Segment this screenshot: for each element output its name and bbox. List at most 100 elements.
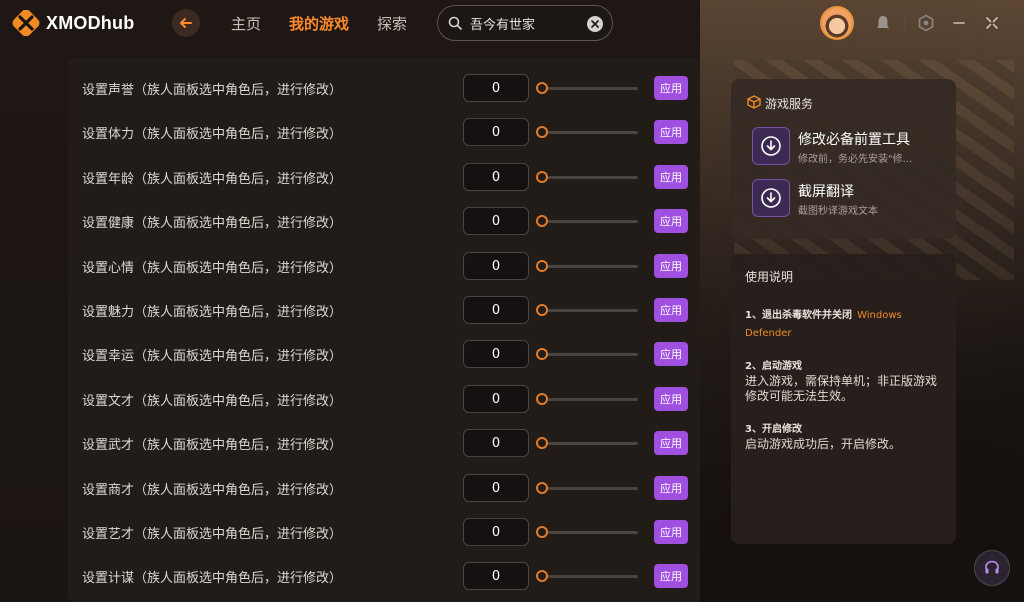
setting-row: 设置魅力（族人面板选中角色后，进行修改） 应用 <box>68 288 700 332</box>
setting-value-input[interactable] <box>463 296 529 324</box>
help-step-3-body: 启动游戏成功后，开启修改。 <box>745 437 902 451</box>
setting-slider[interactable] <box>536 393 638 405</box>
setting-value-input[interactable] <box>463 562 529 590</box>
slider-knob[interactable] <box>536 437 548 449</box>
slider-knob[interactable] <box>536 171 548 183</box>
nav-home[interactable]: 主页 <box>231 13 261 34</box>
setting-slider[interactable] <box>536 215 638 227</box>
setting-label: 设置艺才（族人面板选中角色后，进行修改） <box>82 526 343 542</box>
notification-icon[interactable] <box>874 14 892 32</box>
setting-value-input[interactable] <box>463 474 529 502</box>
help-step-1-head: 1、退出杀毒软件并关闭 <box>745 310 852 321</box>
top-bar: XMODhub 主页 我的游戏 探索 <box>0 0 1024 46</box>
slider-knob[interactable] <box>536 126 548 138</box>
apply-button[interactable]: 应用 <box>654 342 688 366</box>
setting-row: 设置幸运（族人面板选中角色后，进行修改） 应用 <box>68 332 700 376</box>
apply-button[interactable]: 应用 <box>654 254 688 278</box>
main-nav: 主页 我的游戏 探索 <box>231 13 407 34</box>
apply-button[interactable]: 应用 <box>654 520 688 544</box>
setting-label: 设置体力（族人面板选中角色后，进行修改） <box>82 126 343 142</box>
setting-slider[interactable] <box>536 526 638 538</box>
apply-button[interactable]: 应用 <box>654 476 688 500</box>
slider-knob[interactable] <box>536 260 548 272</box>
customer-support-button[interactable] <box>974 550 1010 586</box>
cheat-settings-panel: 设置声誉（族人面板选中角色后，进行修改） 应用 设置体力（族人面板选中角色后，进… <box>68 58 700 602</box>
settings-icon[interactable] <box>917 14 935 32</box>
download-icon <box>752 179 790 217</box>
setting-label: 设置商才（族人面板选中角色后，进行修改） <box>82 482 343 498</box>
setting-value-input[interactable] <box>463 340 529 368</box>
search-icon <box>448 16 462 30</box>
setting-value-input[interactable] <box>463 252 529 280</box>
help-title: 使用说明 <box>745 270 794 284</box>
apply-button[interactable]: 应用 <box>654 298 688 322</box>
service-item-screenshot-translate[interactable]: 截屏翻译 截图秒译游戏文本 <box>752 179 942 219</box>
setting-value-input[interactable] <box>463 74 529 102</box>
user-avatar[interactable] <box>820 6 854 40</box>
package-icon <box>747 95 761 109</box>
setting-slider[interactable] <box>536 482 638 494</box>
setting-row: 设置体力（族人面板选中角色后，进行修改） 应用 <box>68 110 700 154</box>
slider-knob[interactable] <box>536 482 548 494</box>
setting-value-input[interactable] <box>463 163 529 191</box>
setting-row: 设置艺才（族人面板选中角色后，进行修改） 应用 <box>68 510 700 554</box>
game-services-card: 游戏服务 修改必备前置工具 修改前，务必先安装"修... 截屏翻译 截图秒译游戏… <box>731 79 956 239</box>
setting-slider[interactable] <box>536 260 638 272</box>
setting-label: 设置魅力（族人面板选中角色后，进行修改） <box>82 304 343 320</box>
setting-label: 设置计谋（族人面板选中角色后，进行修改） <box>82 570 343 586</box>
setting-value-input[interactable] <box>463 429 529 457</box>
setting-slider[interactable] <box>536 348 638 360</box>
setting-slider[interactable] <box>536 171 638 183</box>
setting-value-input[interactable] <box>463 118 529 146</box>
setting-value-input[interactable] <box>463 518 529 546</box>
nav-my-games[interactable]: 我的游戏 <box>289 13 349 34</box>
clear-search-icon[interactable] <box>587 16 603 32</box>
apply-button[interactable]: 应用 <box>654 120 688 144</box>
app-logo[interactable]: XMODhub <box>12 10 134 36</box>
back-button[interactable] <box>172 9 200 37</box>
apply-button[interactable]: 应用 <box>654 209 688 233</box>
help-step-1: 1、退出杀毒软件并关闭 Windows Defender <box>745 305 942 341</box>
help-step-1-highlight-2: Defender <box>745 328 792 339</box>
setting-row: 设置心情（族人面板选中角色后，进行修改） 应用 <box>68 244 700 288</box>
apply-button[interactable]: 应用 <box>654 564 688 588</box>
setting-label: 设置健康（族人面板选中角色后，进行修改） <box>82 215 343 231</box>
slider-knob[interactable] <box>536 526 548 538</box>
fullscreen-icon[interactable] <box>983 14 1001 32</box>
setting-row: 设置健康（族人面板选中角色后，进行修改） 应用 <box>68 199 700 243</box>
slider-knob[interactable] <box>536 348 548 360</box>
apply-button[interactable]: 应用 <box>654 165 688 189</box>
slider-knob[interactable] <box>536 393 548 405</box>
help-step-2-body: 进入游戏，需保持单机；非正版游戏修改可能无法生效。 <box>745 374 938 403</box>
setting-slider[interactable] <box>536 570 638 582</box>
apply-button[interactable]: 应用 <box>654 76 688 100</box>
setting-slider[interactable] <box>536 437 638 449</box>
setting-label: 设置年龄（族人面板选中角色后，进行修改） <box>82 171 343 187</box>
service-name: 截屏翻译 <box>798 184 854 200</box>
setting-row: 设置文才（族人面板选中角色后，进行修改） 应用 <box>68 377 700 421</box>
search-input[interactable] <box>470 15 580 31</box>
setting-label: 设置武才（族人面板选中角色后，进行修改） <box>82 437 343 453</box>
setting-row: 设置声誉（族人面板选中角色后，进行修改） 应用 <box>68 66 700 110</box>
toolbar-divider <box>905 15 906 31</box>
setting-row: 设置计谋（族人面板选中角色后，进行修改） 应用 <box>68 554 700 598</box>
help-step-2-head: 2、启动游戏 <box>745 361 802 372</box>
setting-slider[interactable] <box>536 126 638 138</box>
setting-slider[interactable] <box>536 304 638 316</box>
setting-row: 设置商才（族人面板选中角色后，进行修改） 应用 <box>68 466 700 510</box>
search-box[interactable] <box>437 5 613 41</box>
slider-knob[interactable] <box>536 215 548 227</box>
slider-knob[interactable] <box>536 82 548 94</box>
setting-value-input[interactable] <box>463 385 529 413</box>
service-item-prerequisite-tool[interactable]: 修改必备前置工具 修改前，务必先安装"修... <box>752 127 942 167</box>
apply-button[interactable]: 应用 <box>654 431 688 455</box>
apply-button[interactable]: 应用 <box>654 387 688 411</box>
setting-slider[interactable] <box>536 82 638 94</box>
setting-row: 设置年龄（族人面板选中角色后，进行修改） 应用 <box>68 155 700 199</box>
setting-label: 设置文才（族人面板选中角色后，进行修改） <box>82 393 343 409</box>
slider-knob[interactable] <box>536 304 548 316</box>
nav-explore[interactable]: 探索 <box>377 13 407 34</box>
setting-value-input[interactable] <box>463 207 529 235</box>
minimize-icon[interactable] <box>950 14 968 32</box>
slider-knob[interactable] <box>536 570 548 582</box>
